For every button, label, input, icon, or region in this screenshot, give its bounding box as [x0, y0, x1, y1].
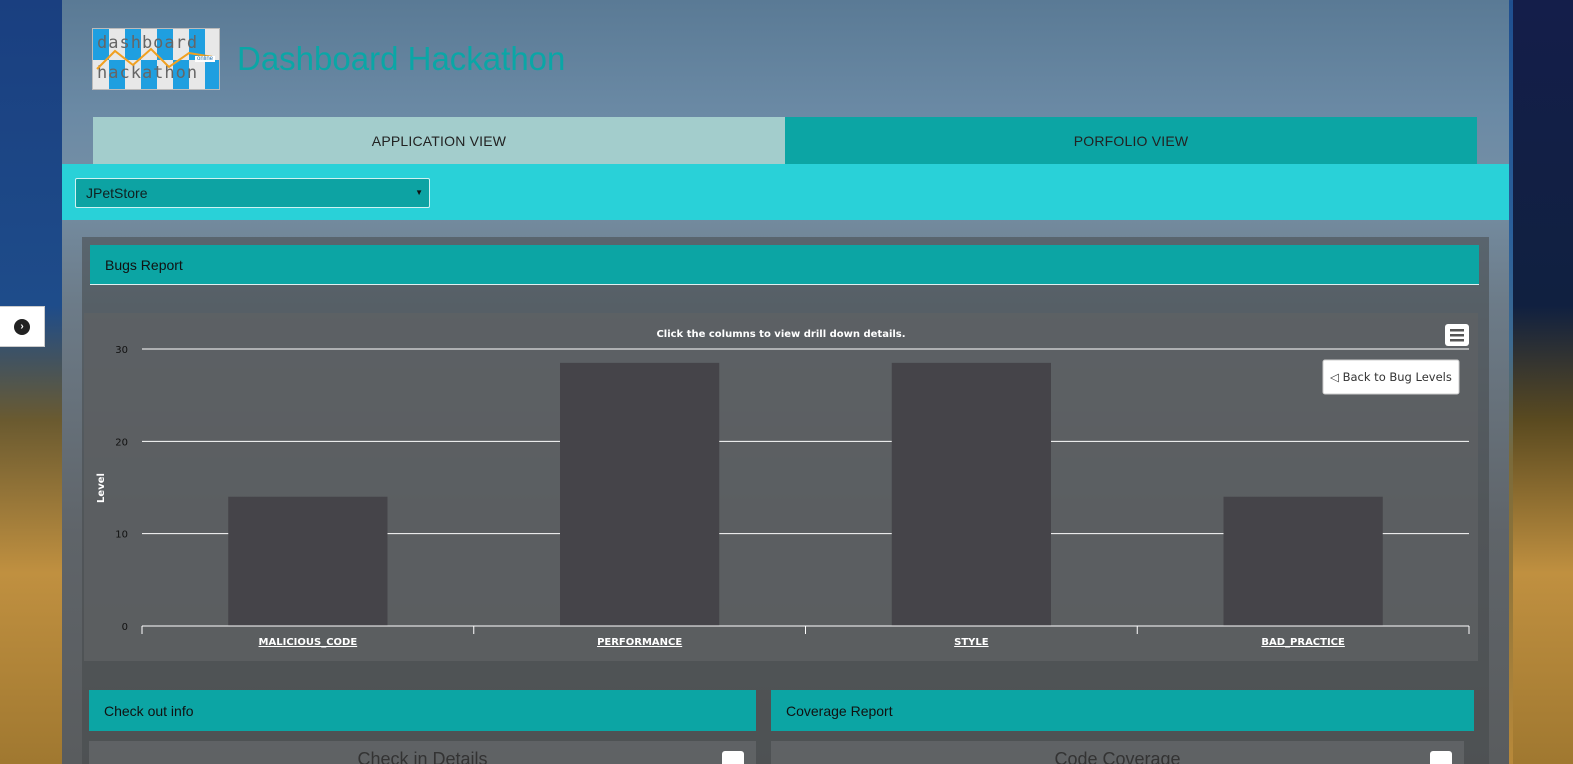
bugs-report-header: Bugs Report	[90, 245, 1479, 285]
tab-application-view[interactable]: APPLICATION VIEW	[93, 117, 785, 164]
bugs-chart: 0 10 20 30 MALICIOUS_CODE PERFORMANCE STYLE BAD…	[84, 313, 1478, 661]
coverage-menu-icon[interactable]	[1430, 751, 1452, 764]
chart-subtitle: Click the columns to view drill down det…	[656, 329, 905, 340]
bugs-chart-svg: 0 10 20 30 MALICIOUS_CODE PERFORMANCE STYLE BAD…	[96, 324, 1470, 648]
y-tick-label: 20	[115, 437, 128, 448]
x-tick-label[interactable]: BAD_PRACTICE	[1261, 637, 1345, 648]
dashboard-content: Bugs Report 0 10 20 30 MALICIOUS_CODE PERFORM…	[82, 237, 1489, 764]
main-container: dashboard hackathon online Dashboard Hac…	[62, 0, 1509, 764]
checkin-details-title: Check in Details	[357, 749, 488, 764]
x-tick-label[interactable]: MALICIOUS_CODE	[259, 637, 358, 648]
background-right	[1513, 0, 1573, 764]
code-coverage-title: Code Coverage	[1054, 749, 1181, 764]
application-select[interactable]: JPetStore ▼	[75, 178, 430, 208]
checkin-details-chart: Check in Details	[89, 741, 756, 764]
chart-menu-button[interactable]	[1445, 324, 1469, 346]
x-tick-label[interactable]: PERFORMANCE	[597, 637, 682, 648]
view-tabs: APPLICATION VIEW PORFOLIO VIEW	[93, 117, 1477, 164]
app-title: Dashboard Hackathon	[237, 40, 566, 77]
sidebar-toggle-button[interactable]: ›	[0, 306, 45, 347]
back-button-label: ◁ Back to Bug Levels	[1330, 370, 1452, 384]
application-select-value: JPetStore	[86, 185, 148, 201]
x-tick-label[interactable]: STYLE	[954, 637, 989, 648]
checkout-info-header: Check out info	[89, 690, 756, 731]
hamburger-menu-icon	[1450, 329, 1464, 342]
bugs-report-title: Bugs Report	[105, 256, 183, 273]
filter-bar: JPetStore ▼	[62, 164, 1509, 220]
app-logo: dashboard hackathon online	[92, 28, 220, 90]
checkin-menu-icon[interactable]	[722, 751, 744, 764]
y-tick-label: 10	[115, 530, 128, 541]
bar-bad-practice[interactable]	[1223, 496, 1383, 626]
bar-style[interactable]	[891, 362, 1051, 626]
y-axis-label: Level	[96, 473, 107, 503]
caret-down-icon: ▼	[415, 188, 423, 197]
checkout-info-title: Check out info	[104, 702, 194, 719]
y-tick-label: 30	[115, 345, 128, 356]
bar-performance[interactable]	[560, 362, 720, 626]
y-tick-label: 0	[122, 622, 128, 633]
tab-porfolio-view[interactable]: PORFOLIO VIEW	[785, 117, 1477, 164]
back-to-bug-levels-button[interactable]: ◁ Back to Bug Levels	[1322, 359, 1460, 395]
background-left	[0, 0, 62, 764]
bar-malicious-code[interactable]	[228, 496, 388, 626]
code-coverage-chart: Code Coverage	[771, 741, 1464, 764]
chevron-right-icon: ›	[14, 318, 30, 335]
coverage-report-title: Coverage Report	[786, 702, 893, 719]
logo-badge: online	[194, 56, 215, 62]
coverage-report-header: Coverage Report	[771, 690, 1474, 731]
